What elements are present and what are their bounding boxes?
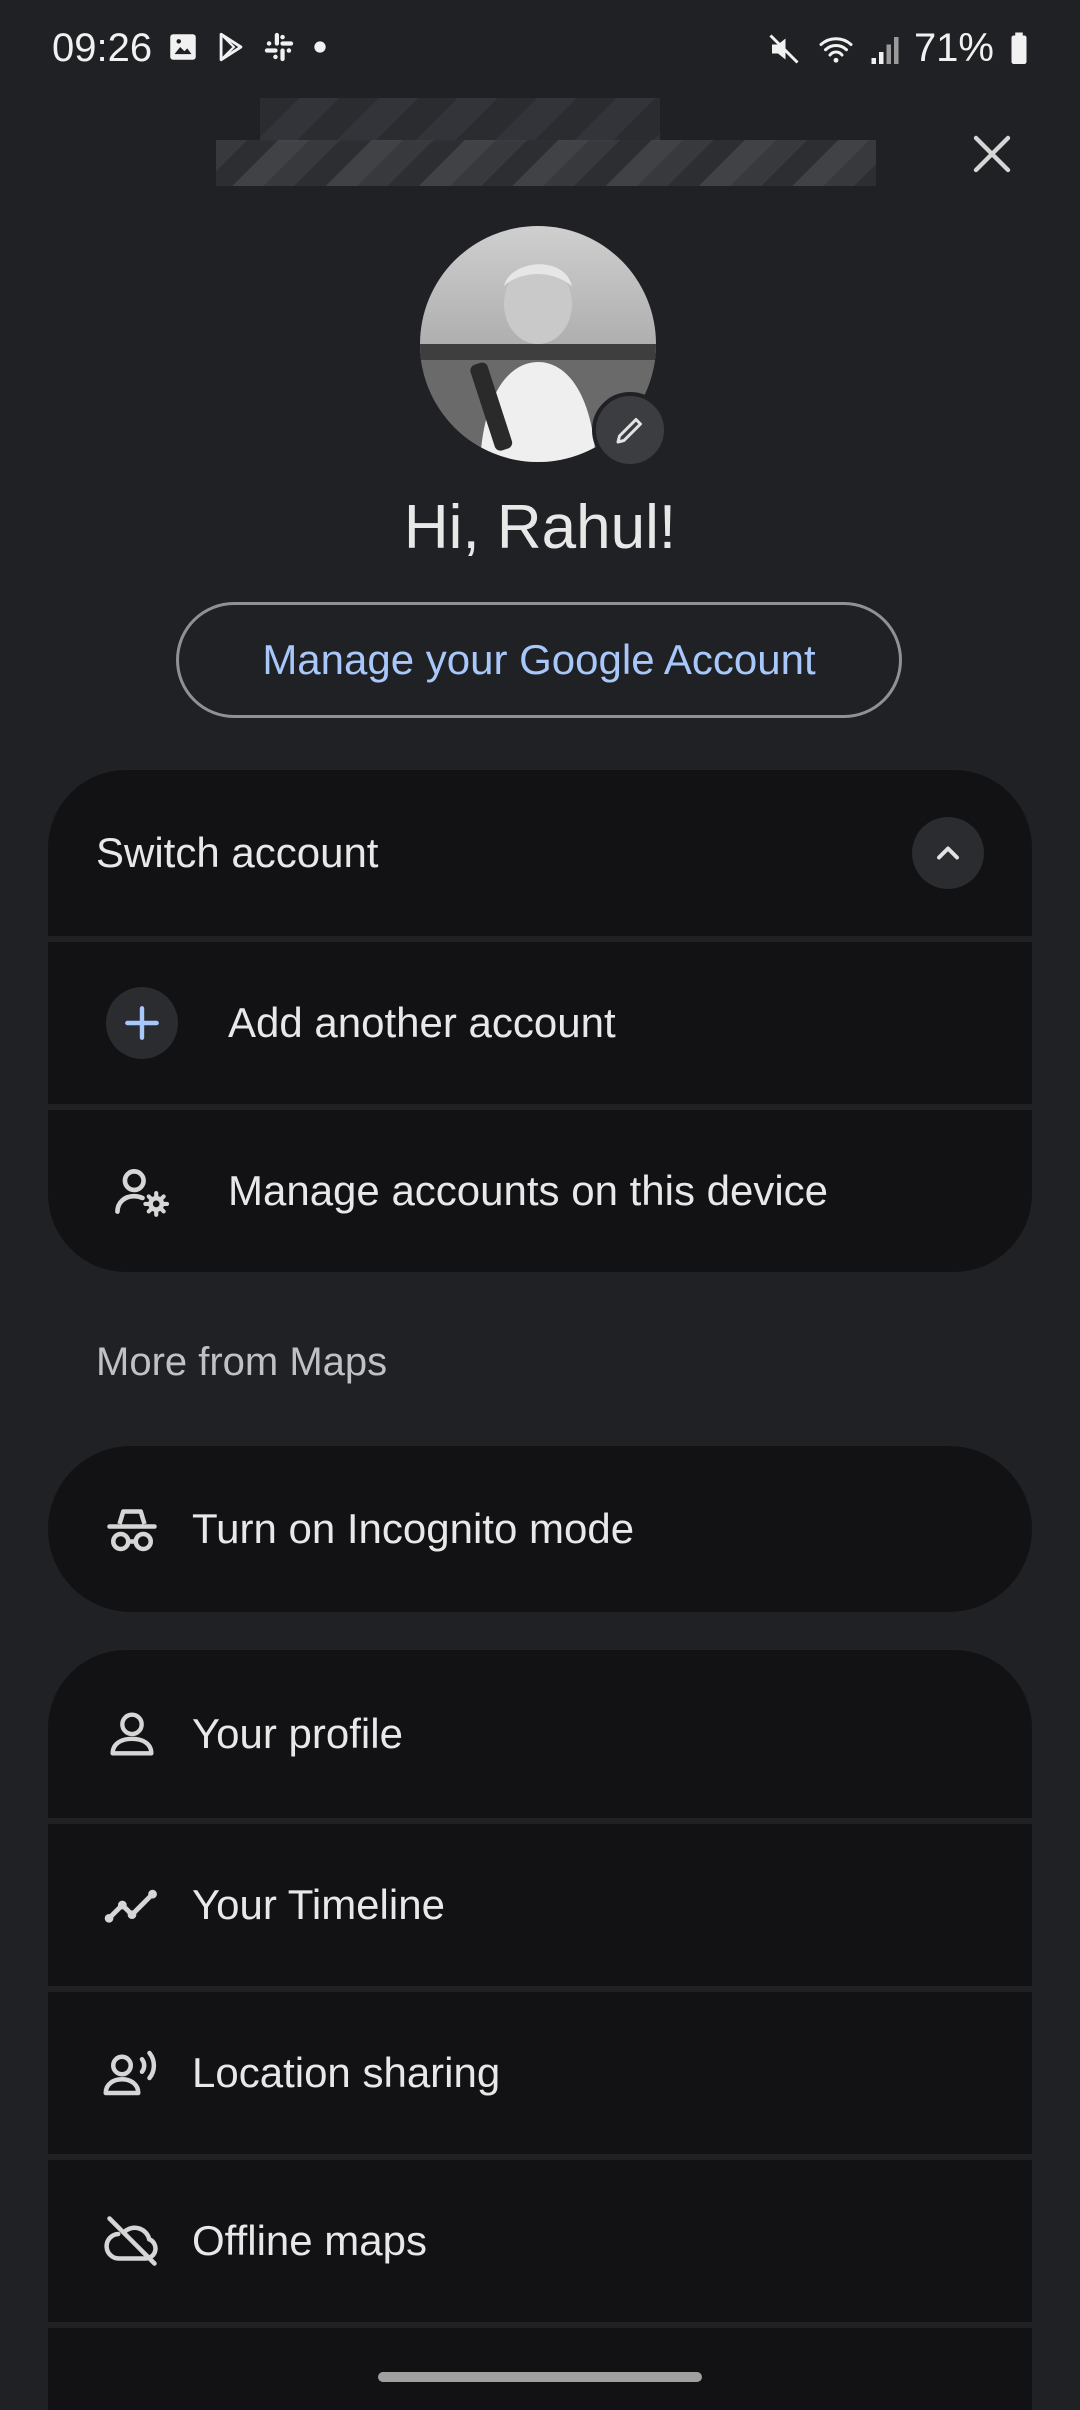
status-time: 09:26 <box>52 26 153 70</box>
manage-accounts-icon-wrap <box>106 1155 178 1227</box>
switch-account-card: Switch account Add another account Manag… <box>48 770 1032 1272</box>
mute-icon <box>769 33 799 64</box>
battery-percent: 71% <box>913 26 994 70</box>
battery-icon <box>1011 32 1027 64</box>
greeting: Hi, Rahul! <box>403 493 677 562</box>
avatar-container[interactable] <box>420 226 668 468</box>
add-account-icon-wrap <box>106 987 178 1059</box>
incognito-label: Turn on Incognito mode <box>192 1505 635 1552</box>
close-button[interactable] <box>960 122 1024 186</box>
manage-accounts-label: Manage accounts on this device <box>228 1167 829 1214</box>
chevron-up-icon <box>937 846 959 860</box>
menu-item-offline-maps[interactable]: Offline maps <box>48 2154 1032 2322</box>
wifi-icon <box>819 36 853 63</box>
timeline-icon <box>104 1889 157 1923</box>
person-icon-wrap <box>96 1698 168 1770</box>
your-profile-label: Your profile <box>192 1710 403 1757</box>
notification-icons <box>166 30 330 64</box>
manage-google-account-button[interactable]: Manage your Google Account <box>176 602 902 718</box>
plus-icon <box>125 1006 159 1040</box>
signal-icon <box>871 36 899 64</box>
system-icons: 71% <box>766 26 1030 71</box>
play-store-icon <box>219 32 243 62</box>
offline-maps-label: Offline maps <box>192 2217 427 2264</box>
cloud-off-icon <box>104 2216 158 2266</box>
person-icon <box>110 1712 154 1756</box>
location-sharing-icon <box>103 2050 157 2096</box>
menu-item-partial[interactable] <box>48 2322 1032 2410</box>
incognito-icon-wrap <box>96 1493 168 1565</box>
dot-icon <box>314 41 326 53</box>
menu-item-location-sharing[interactable]: Location sharing <box>48 1986 1032 2154</box>
cloud-off-icon-wrap <box>96 2205 168 2277</box>
collapse-button[interactable] <box>912 817 984 889</box>
location-sharing-label: Location sharing <box>192 2049 501 2096</box>
switch-account-title: Switch account <box>96 829 379 876</box>
add-another-account-row[interactable]: Add another account <box>48 936 1032 1104</box>
your-timeline-label: Your Timeline <box>192 1881 445 1928</box>
pencil-icon <box>616 418 642 444</box>
menu-item-your-profile[interactable]: Your profile <box>48 1650 1032 1818</box>
status-bar: 09:26 71% <box>0 0 1080 100</box>
slack-icon <box>264 32 294 62</box>
blurred-account-email <box>216 140 876 186</box>
menu-item-your-timeline[interactable]: Your Timeline <box>48 1818 1032 1986</box>
incognito-row[interactable]: Turn on Incognito mode <box>48 1446 1032 1612</box>
manage-accounts-icon <box>115 1169 170 1217</box>
maps-menu-card: Your profile Your Timeline Location shar… <box>48 1650 1032 2410</box>
more-from-maps-label: More from Maps <box>96 1340 388 1384</box>
edit-photo-button[interactable] <box>592 392 668 468</box>
incognito-card: Turn on Incognito mode <box>48 1446 1032 1612</box>
add-another-account-label: Add another account <box>228 999 616 1046</box>
location-sharing-icon-wrap <box>96 2037 168 2109</box>
close-icon <box>973 135 1011 173</box>
switch-account-header[interactable]: Switch account <box>48 770 1032 936</box>
manage-accounts-row[interactable]: Manage accounts on this device <box>48 1104 1032 1272</box>
home-indicator[interactable] <box>378 2372 702 2382</box>
blurred-account-email-top <box>260 98 660 142</box>
incognito-icon <box>107 1509 157 1552</box>
timeline-icon-wrap <box>96 1869 168 1941</box>
image-icon <box>170 34 196 60</box>
